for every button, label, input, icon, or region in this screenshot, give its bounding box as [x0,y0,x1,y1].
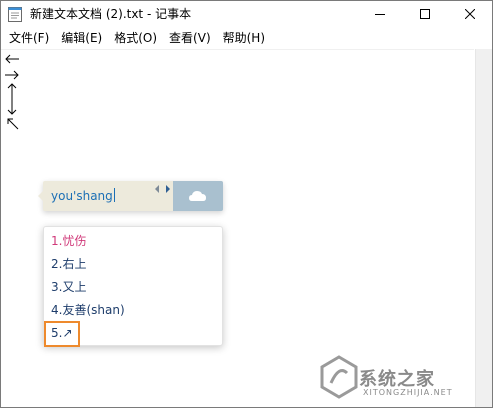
minimize-icon [374,14,385,15]
menu-view[interactable]: 查看(V) [163,29,217,47]
previous-page-icon[interactable] [155,185,159,193]
page-arrows [153,183,175,195]
right-arrow-icon [5,70,19,80]
site-watermark: 系统之家 XITONGZHIJIA.NET [319,351,489,403]
document-content [4,52,24,132]
up-left-arrow-icon [7,118,19,130]
minimize-button[interactable] [357,1,402,27]
menu-file[interactable]: 文件(F) [3,29,55,47]
title-bar[interactable]: 新建文本文档 (2).txt - 记事本 [1,1,492,27]
cloud-icon [189,191,206,201]
notepad-icon [8,6,22,22]
close-button[interactable] [447,1,492,27]
window-title: 新建文本文档 (2).txt - 记事本 [30,7,192,21]
maximize-icon [419,9,430,19]
ime-composition-text: you'shang [51,188,115,203]
ime-pointer [38,191,43,201]
left-arrow-icon [5,54,19,64]
candidate-highlight-box [44,321,80,347]
notepad-window: 新建文本文档 (2).txt - 记事本 文件(F) 编辑(E) 格式(O) 查… [0,0,493,408]
text-caret [113,188,115,202]
ime-toolbar-button[interactable] [173,181,223,211]
up-down-arrow-icon [7,83,17,115]
menu-bar: 文件(F) 编辑(E) 格式(O) 查看(V) 帮助(H) [1,28,492,48]
next-page-icon[interactable] [166,185,170,193]
close-icon [464,9,475,19]
menu-format[interactable]: 格式(O) [108,29,163,47]
candidate-item[interactable]: 3.又上 [44,276,222,299]
candidate-item[interactable]: 4.友善(shan) [44,299,222,322]
ime-candidate-list: 1.忧伤 2.右上 3.又上 4.友善(shan) 5.↗ [43,226,223,347]
menu-help[interactable]: 帮助(H) [217,29,271,47]
menu-edit[interactable]: 编辑(E) [55,29,108,47]
candidate-item[interactable]: 1.忧伤 [44,230,222,253]
candidate-item[interactable]: 2.右上 [44,253,222,276]
maximize-button[interactable] [402,1,447,27]
watermark-subtext: XITONGZHIJIA.NET [363,388,453,397]
watermark-logo-icon [320,355,358,399]
ime-composition-bar: you'shang [38,181,223,211]
